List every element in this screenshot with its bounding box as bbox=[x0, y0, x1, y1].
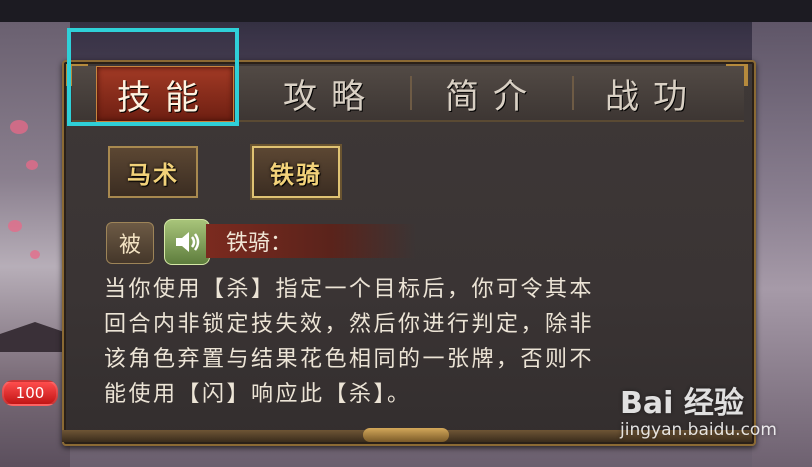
speaker-icon[interactable] bbox=[164, 219, 210, 265]
level-badge: 100 bbox=[2, 380, 58, 406]
top-strip bbox=[0, 0, 812, 22]
tab-divider bbox=[410, 76, 412, 110]
tab-divider bbox=[572, 76, 574, 110]
tab-strategy[interactable]: 攻略 bbox=[256, 66, 406, 120]
blossom-decoration bbox=[26, 160, 38, 170]
panel-bottom-ornament bbox=[363, 428, 449, 442]
watermark-url: jingyan.baidu.com bbox=[620, 420, 777, 440]
description-line: 该角色弃置与结果花色相同的一张牌，否则不 bbox=[104, 347, 595, 372]
blossom-decoration bbox=[10, 120, 28, 134]
roof-silhouette bbox=[0, 322, 70, 352]
description-line: 当你使用【杀】指定一个目标后，你可令其本 bbox=[104, 277, 595, 302]
description-line: 回合内非锁定技失效，然后你进行判定，除非 bbox=[104, 312, 595, 337]
blossom-decoration bbox=[8, 220, 22, 232]
skill-button-horsemanship[interactable]: 马术 bbox=[108, 146, 198, 198]
skill-name: 铁骑： bbox=[206, 224, 416, 258]
highlight-box bbox=[67, 28, 239, 126]
watermark: Bai 经验 jingyan.baidu.com bbox=[620, 378, 810, 448]
skill-button-iron-cavalry[interactable]: 铁骑 bbox=[252, 146, 340, 198]
watermark-logo: Bai 经验 bbox=[620, 386, 744, 421]
tab-intro[interactable]: 简介 bbox=[418, 66, 568, 120]
blossom-decoration bbox=[30, 250, 40, 259]
passive-skill-tag: 被 bbox=[106, 222, 154, 264]
tab-achievements[interactable]: 战功 bbox=[578, 66, 728, 120]
